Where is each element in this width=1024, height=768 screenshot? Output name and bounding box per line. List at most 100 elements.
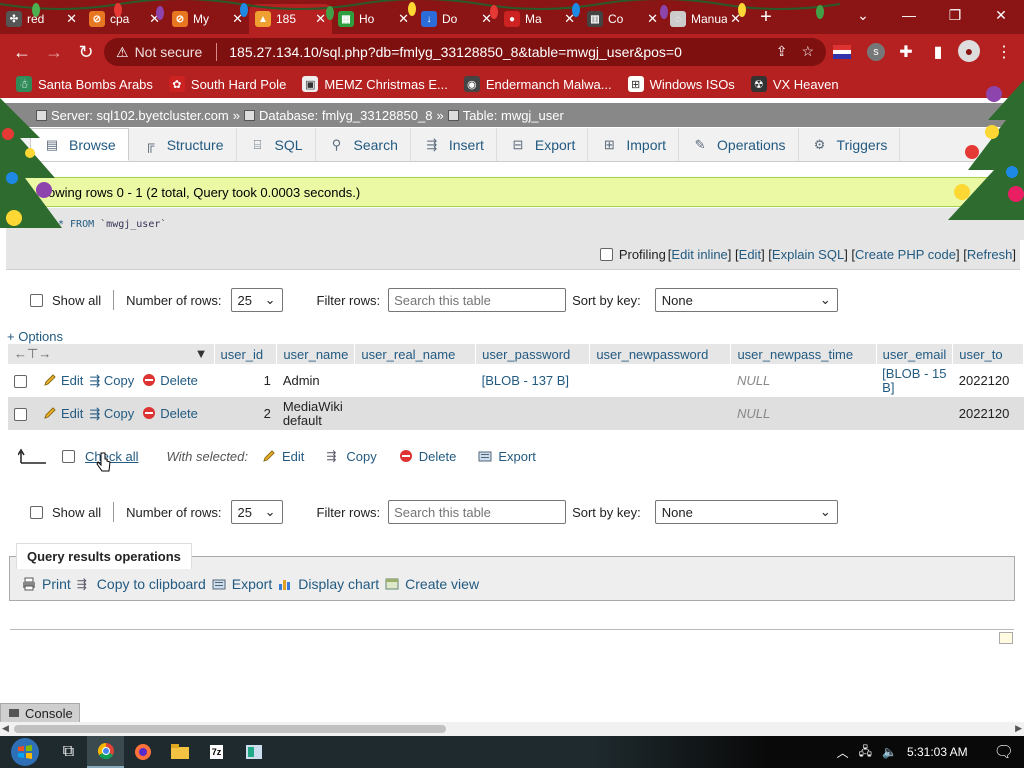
- pma-tab-operations[interactable]: ✎ Operations: [679, 128, 799, 161]
- console-toggle[interactable]: Console: [0, 703, 80, 723]
- copy-clipboard-link[interactable]: ⇶ Copy to clipboard: [77, 576, 206, 592]
- tray-chevron-up-icon[interactable]: ︿: [837, 744, 849, 761]
- rows-select[interactable]: 25 ⌄: [230, 288, 283, 312]
- check-all-checkbox[interactable]: [62, 449, 75, 463]
- firefox-taskbar-icon[interactable]: [124, 736, 161, 768]
- cell-user-password[interactable]: [BLOB - 137 B]: [475, 364, 590, 397]
- row-checkbox[interactable]: [14, 374, 27, 388]
- scrollbar-thumb[interactable]: [14, 725, 446, 733]
- browser-tab[interactable]: ▦ Ho ✕: [332, 4, 415, 34]
- task-view-icon[interactable]: ⧉: [50, 736, 87, 768]
- browser-tab[interactable]: ◌ Manual ✕: [664, 4, 747, 34]
- reload-icon[interactable]: ↻: [70, 36, 102, 68]
- flag-extension-icon[interactable]: [832, 42, 852, 62]
- tab-close-icon[interactable]: ✕: [149, 11, 160, 27]
- bookmark-item[interactable]: ☃ Santa Bombs Arabs: [16, 76, 153, 92]
- bookmark-item[interactable]: ▣ MEMZ Christmas E...: [302, 76, 448, 92]
- tab-close-icon[interactable]: ✕: [647, 11, 658, 27]
- tab-close-icon[interactable]: ✕: [564, 11, 575, 27]
- menu-dots-icon[interactable]: ⋮: [994, 42, 1014, 62]
- cell-user-email[interactable]: [BLOB - 15 B]: [876, 364, 953, 397]
- minimize-button[interactable]: —: [886, 0, 932, 30]
- column-header[interactable]: user_id: [214, 344, 278, 364]
- start-button[interactable]: [0, 736, 50, 768]
- profiling-link[interactable]: Refresh: [967, 247, 1013, 262]
- chrome-taskbar-icon[interactable]: [87, 736, 124, 768]
- scroll-right-arrow-icon[interactable]: ▶: [1015, 723, 1022, 734]
- pma-tab-search[interactable]: ⚲ Search: [316, 128, 411, 161]
- notifications-icon[interactable]: 🗨: [994, 742, 1014, 762]
- sort-select[interactable]: None ⌄: [654, 500, 838, 524]
- export-link[interactable]: Export: [212, 576, 272, 592]
- column-header[interactable]: user_password: [475, 344, 591, 364]
- column-header[interactable]: user_to: [952, 344, 1024, 364]
- options-toggle[interactable]: + Options: [7, 329, 63, 344]
- pma-tab-insert[interactable]: ⇶ Insert: [411, 128, 497, 161]
- tab-close-icon[interactable]: ✕: [481, 11, 492, 27]
- breadcrumb-server[interactable]: Server: sql102.byetcluster.com: [51, 108, 229, 123]
- browser-tab[interactable]: ⊘ cpa ✕: [83, 4, 166, 34]
- url-text[interactable]: 185.27.134.10/sql.php?db=fmlyg_33128850_…: [229, 44, 682, 60]
- profiling-link[interactable]: Edit: [739, 247, 761, 262]
- row-delete-link[interactable]: Delete: [142, 373, 198, 388]
- pma-tab-export[interactable]: ⊟ Export: [497, 128, 589, 161]
- bookmark-star-icon[interactable]: ☆: [801, 43, 814, 60]
- seven-zip-icon[interactable]: 7z: [198, 736, 235, 768]
- notes-icon[interactable]: [999, 632, 1013, 644]
- volume-icon[interactable]: 🔈: [882, 745, 897, 759]
- filter-input[interactable]: Search this table: [388, 288, 567, 312]
- extensions-puzzle-icon[interactable]: ✚: [896, 42, 916, 62]
- tab-close-icon[interactable]: ✕: [730, 11, 741, 27]
- pma-tab-structure[interactable]: ╔ Structure: [129, 128, 237, 161]
- file-explorer-icon[interactable]: [161, 736, 198, 768]
- extension-s-icon[interactable]: s: [866, 42, 886, 62]
- filter-input[interactable]: Search this table: [388, 500, 567, 524]
- tab-close-icon[interactable]: ✕: [232, 11, 243, 27]
- print-link[interactable]: Print: [22, 576, 71, 592]
- row-delete-link[interactable]: Delete: [142, 406, 198, 421]
- row-copy-link[interactable]: ⇶ Copy: [89, 406, 134, 421]
- side-panel-icon[interactable]: ▮: [928, 42, 948, 62]
- column-header[interactable]: user_newpassword: [589, 344, 732, 364]
- row-edit-link[interactable]: Edit: [43, 373, 83, 388]
- row-copy-link[interactable]: ⇶ Copy: [89, 373, 134, 388]
- browser-tab[interactable]: ✣ red ✕: [0, 4, 83, 34]
- forward-icon[interactable]: →: [38, 36, 70, 68]
- share-icon[interactable]: ⇪: [776, 43, 788, 60]
- browser-tab[interactable]: ▲ 185 ✕: [249, 4, 332, 34]
- rows-select[interactable]: 25 ⌄: [230, 500, 283, 524]
- clock-time[interactable]: 5:31:03 AM: [907, 745, 968, 759]
- bookmark-item[interactable]: ◉ Endermanch Malwa...: [463, 76, 612, 92]
- profiling-link[interactable]: Create PHP code: [855, 247, 956, 262]
- bulk-delete-button[interactable]: Delete: [399, 449, 456, 464]
- breadcrumb-table[interactable]: Table: mwgj_user: [463, 108, 564, 123]
- pma-tab-sql[interactable]: ⌸ SQL: [237, 128, 316, 161]
- column-header[interactable]: user_email: [876, 344, 954, 364]
- bookmark-item[interactable]: ☢ VX Heaven: [750, 76, 839, 92]
- pma-tab-triggers[interactable]: ⚙ Triggers: [799, 128, 901, 161]
- bulk-copy-button[interactable]: ⇶ Copy: [326, 449, 376, 464]
- browser-tab[interactable]: ▥ Co ✕: [581, 4, 664, 34]
- column-sort-triangle-icon[interactable]: ▼: [195, 346, 208, 361]
- profiling-link[interactable]: Edit inline: [671, 247, 727, 262]
- column-header[interactable]: user_name: [276, 344, 356, 364]
- pma-tab-import[interactable]: ⊞ Import: [588, 128, 680, 161]
- sort-select[interactable]: None ⌄: [654, 288, 838, 312]
- horizontal-scrollbar[interactable]: ◀ ▶: [0, 722, 1024, 736]
- row-edit-link[interactable]: Edit: [43, 406, 83, 421]
- profiling-checkbox[interactable]: [599, 248, 613, 261]
- omnibox[interactable]: ⚠ Not secure 185.27.134.10/sql.php?db=fm…: [104, 38, 826, 66]
- tab-close-icon[interactable]: ✕: [66, 11, 77, 27]
- row-checkbox[interactable]: [14, 407, 27, 421]
- tab-close-icon[interactable]: ✕: [315, 11, 326, 27]
- scroll-left-arrow-icon[interactable]: ◀: [2, 723, 9, 734]
- browser-tab[interactable]: ↓ Do ✕: [415, 4, 498, 34]
- bulk-export-button[interactable]: Export: [478, 449, 536, 464]
- create-view-link[interactable]: Create view: [385, 576, 479, 592]
- profile-avatar-icon[interactable]: ●: [958, 40, 980, 62]
- browser-tab[interactable]: ● Ma ✕: [498, 4, 581, 34]
- column-header[interactable]: user_newpass_time: [730, 344, 877, 364]
- bookmark-item[interactable]: ⊞ Windows ISOs: [627, 76, 735, 92]
- bulk-edit-button[interactable]: Edit: [262, 449, 304, 464]
- breadcrumb-database[interactable]: Database: fmlyg_33128850_8: [259, 108, 432, 123]
